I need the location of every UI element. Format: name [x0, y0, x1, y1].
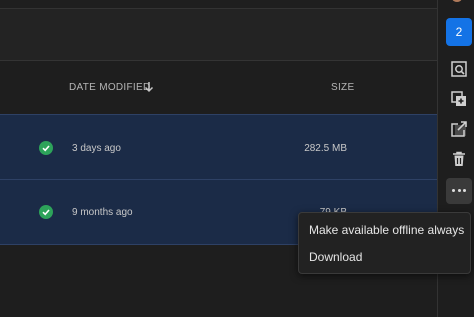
column-header-row [0, 61, 437, 114]
duplicate-add-icon[interactable] [450, 90, 468, 108]
share-export-icon[interactable] [450, 120, 468, 138]
more-actions-button[interactable] [446, 178, 472, 204]
toolbar-band [0, 9, 437, 61]
trash-icon[interactable] [450, 150, 468, 168]
check-circle-icon [39, 205, 53, 219]
preview-search-icon[interactable] [450, 60, 468, 78]
selection-count-badge[interactable]: 2 [446, 18, 472, 46]
top-bar [0, 0, 437, 9]
table-row[interactable]: 3 days ago 282.5 MB [0, 114, 437, 179]
sort-descending-icon[interactable] [144, 81, 154, 93]
date-modified-cell: 9 months ago [72, 207, 133, 218]
more-icon [457, 189, 461, 192]
menu-item-download[interactable]: Download [309, 250, 362, 264]
size-cell: 282.5 MB [304, 143, 347, 154]
column-header-size[interactable]: SIZE [331, 82, 354, 93]
menu-item-offline[interactable]: Make available offline always [309, 223, 464, 237]
more-icon [463, 189, 466, 192]
context-menu: Make available offline always Download [298, 212, 471, 274]
column-header-date-modified[interactable]: DATE MODIFIED [69, 82, 151, 93]
more-icon [452, 189, 455, 192]
date-modified-cell: 3 days ago [72, 143, 121, 154]
check-circle-icon [39, 141, 53, 155]
